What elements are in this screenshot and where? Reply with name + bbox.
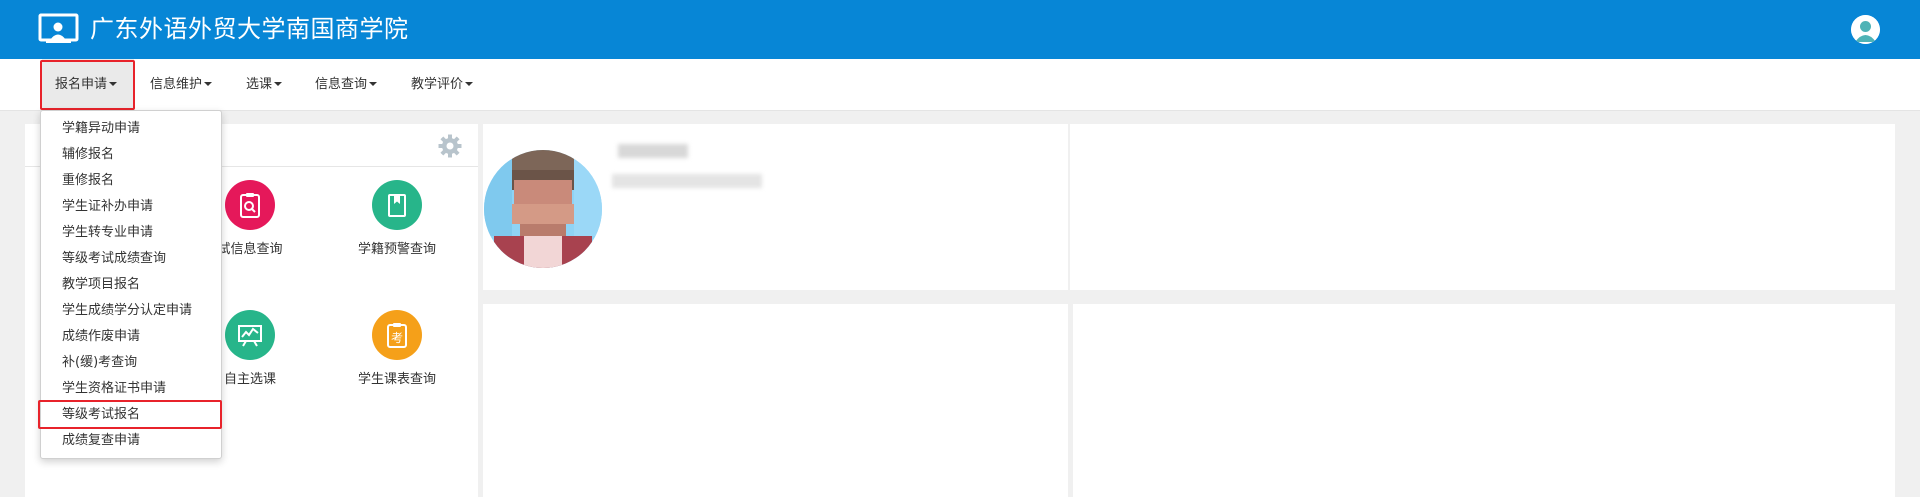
chart-board-icon [225,310,275,360]
menu-item-certificate-application[interactable]: 学生资格证书申请 [62,380,166,398]
user-avatar-icon[interactable] [1851,15,1880,44]
nav-item-label: 报名申请 [55,77,108,92]
book-icon [372,180,422,230]
menu-item-status-change[interactable]: 学籍异动申请 [62,120,140,138]
student-id-blurred [612,174,762,188]
student-photo [484,150,602,268]
menu-item-level-exam-score-query[interactable]: 等级考试成绩查询 [62,250,166,268]
menu-item-retake-registration[interactable]: 重修报名 [62,172,114,190]
menu-item-score-void[interactable]: 成绩作废申请 [62,328,140,346]
menu-item-makeup-exam-query[interactable]: 补(缓)考查询 [62,354,137,372]
top-header-bar: 广东外语外贸大学南国商学院 [0,0,1920,59]
menu-item-major-transfer[interactable]: 学生转专业申请 [62,224,153,242]
caret-down-icon [274,81,283,86]
info-panel-top-right [1070,124,1895,290]
main-nav-bar: 报名申请 信息维护 选课 信息查询 教学评价 [0,59,1920,111]
app-tile-label: 学生课表查询 [357,372,436,387]
nav-item-registration[interactable]: 报名申请 [42,59,134,111]
app-tile-status-warning-query[interactable]: 学籍预警查询 [327,180,467,257]
site-title: 广东外语外贸大学南国商学院 [90,15,409,43]
app-tile-label: 学籍预警查询 [357,242,436,257]
caret-down-icon [369,81,378,86]
app-tile-student-timetable[interactable]: 考 学生课表查询 [327,310,467,387]
info-panel-bottom-right [1073,304,1895,497]
menu-item-student-card-reissue[interactable]: 学生证补办申请 [62,198,153,216]
menu-item-score-review[interactable]: 成绩复查申请 [62,432,140,450]
caret-down-icon [109,81,118,86]
gear-icon[interactable] [438,134,462,158]
nav-item-info-maintenance[interactable]: 信息维护 [150,59,213,111]
menu-item-credit-recognition[interactable]: 学生成绩学分认定申请 [62,302,192,320]
clipboard-search-icon [225,180,275,230]
nav-item-label: 教学评价 [411,77,464,92]
nav-item-label: 信息查询 [315,77,368,92]
nav-item-label: 信息维护 [150,77,203,92]
caret-down-icon [204,81,213,86]
caret-down-icon [465,81,474,86]
menu-item-level-exam-registration[interactable]: 等级考试报名 [62,406,140,424]
info-panel-bottom-middle [483,304,1068,497]
nav-item-teaching-evaluation[interactable]: 教学评价 [411,59,474,111]
registration-dropdown-menu: 学籍异动申请 辅修报名 重修报名 学生证补办申请 学生转专业申请 等级考试成绩查… [40,110,222,459]
exam-clipboard-icon: 考 [372,310,422,360]
nav-item-info-query[interactable]: 信息查询 [315,59,378,111]
menu-item-minor-registration[interactable]: 辅修报名 [62,146,114,164]
presentation-screen-icon [38,13,79,43]
student-name-blurred [618,144,688,158]
nav-item-course-selection[interactable]: 选课 [246,59,283,111]
menu-item-teaching-project-registration[interactable]: 教学项目报名 [62,276,140,294]
exam-glyph: 考 [391,331,403,345]
nav-item-label: 选课 [246,77,273,92]
